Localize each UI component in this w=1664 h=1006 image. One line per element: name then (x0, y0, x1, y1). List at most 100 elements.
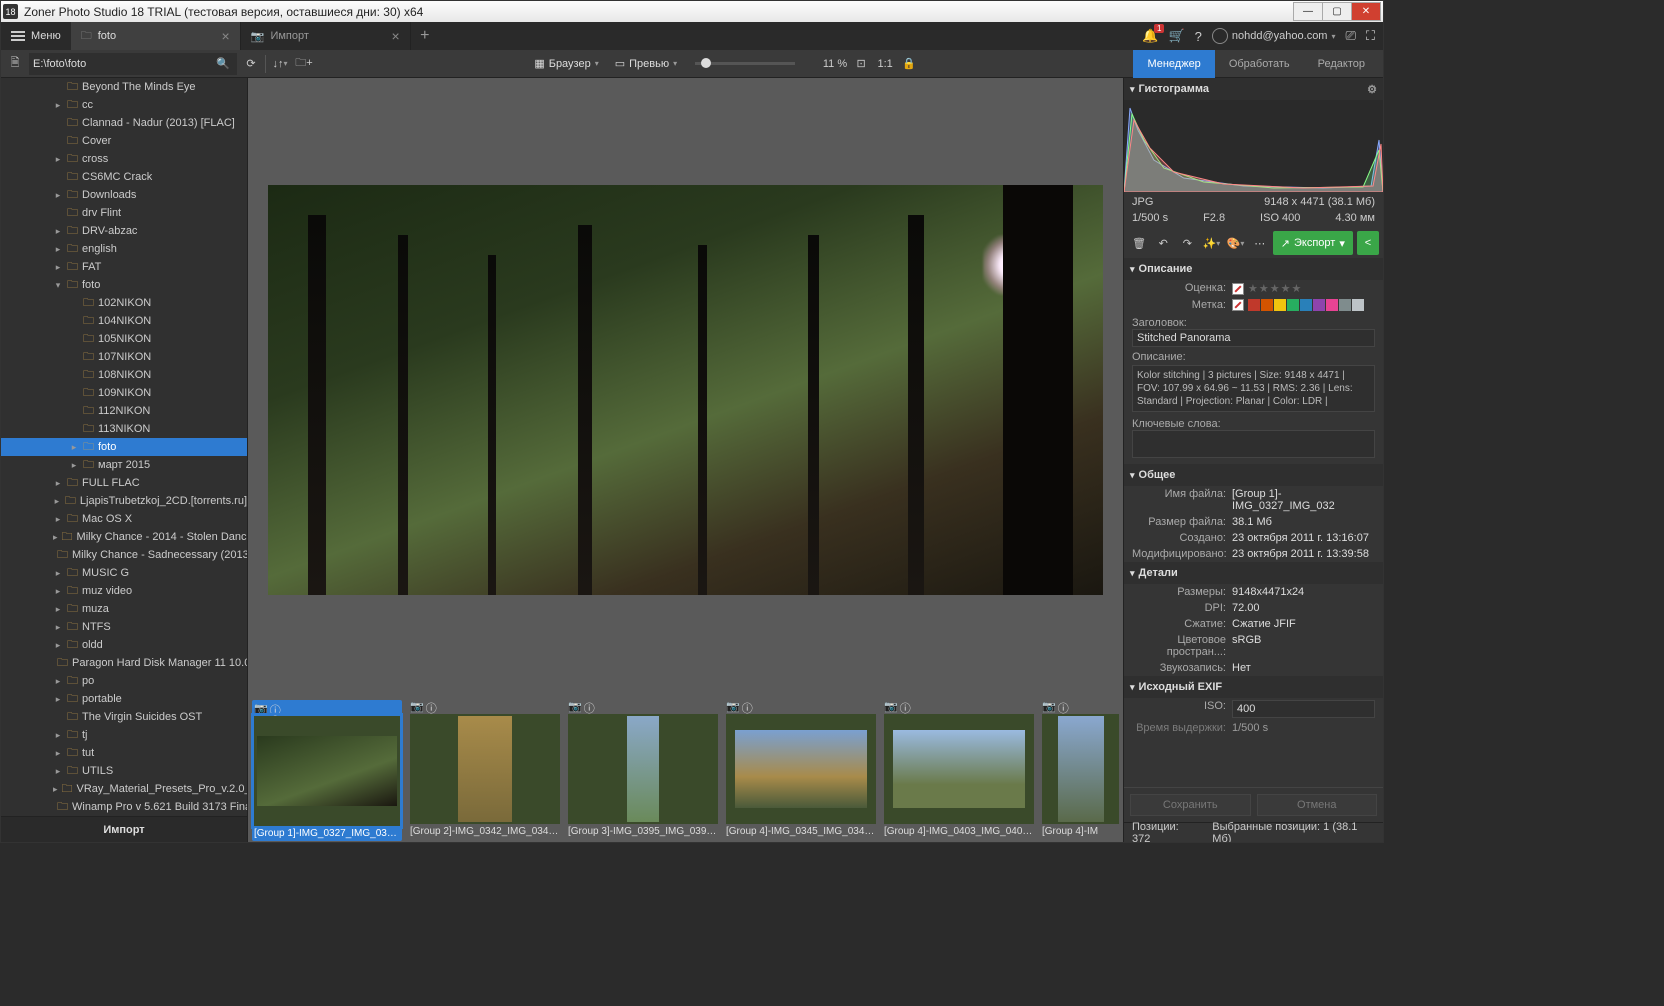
folder-item[interactable]: ▸🗀muz video (1, 582, 247, 600)
folder-item[interactable]: 🗀104NIKON (1, 312, 247, 330)
expand-icon[interactable]: ▾ (53, 280, 63, 291)
color-swatch[interactable] (1300, 299, 1312, 311)
expand-icon[interactable]: ▸ (53, 226, 63, 237)
expand-icon[interactable]: ▸ (53, 622, 63, 633)
label-clear-icon[interactable] (1232, 299, 1244, 311)
maximize-button[interactable]: ▢ (1322, 2, 1352, 21)
new-tab-button[interactable]: + (411, 22, 439, 50)
folder-item[interactable]: ▸🗀muza (1, 600, 247, 618)
folder-item[interactable]: ▸🗀po (1, 672, 247, 690)
mode-process[interactable]: Обработать (1215, 50, 1304, 78)
thumbnail[interactable]: 📷ⓘ [Group 4]-IMG_0403_IMG_0405-... (884, 700, 1034, 837)
thumbnail[interactable]: 📷ⓘ [Group 3]-IMG_0395_IMG_0396-... (568, 700, 718, 837)
delete-icon[interactable]: 🗑 (1128, 231, 1150, 255)
histogram-header[interactable]: ▾Гистограмма ⚙ (1124, 78, 1383, 100)
folder-item[interactable]: ▸🗀foto (1, 438, 247, 456)
thumbnail[interactable]: 📷ⓘ [Group 2]-IMG_0342_IMG_0344-... (410, 700, 560, 837)
tab-close-icon[interactable]: × (392, 28, 400, 44)
folder-item[interactable]: 🗀Paragon Hard Disk Manager 11 10.0... (1, 654, 247, 672)
one-to-one-icon[interactable]: 1:1 (875, 54, 895, 74)
tab-foto[interactable]: 🗀foto× (71, 22, 241, 50)
folder-item[interactable]: ▸🗀DRV-abzac (1, 222, 247, 240)
expand-icon[interactable]: ▸ (53, 766, 63, 777)
folder-item[interactable]: 🗀102NIKON (1, 294, 247, 312)
folder-item[interactable]: ▸🗀Milky Chance - 2014 - Stolen Dance... (1, 528, 247, 546)
help-icon[interactable]: ? (1195, 29, 1202, 44)
more-icon[interactable]: ⋯ (1249, 231, 1271, 255)
folder-item[interactable]: ▸🗀portable (1, 690, 247, 708)
expand-icon[interactable]: ▸ (69, 442, 79, 453)
expand-icon[interactable]: ▸ (53, 604, 63, 615)
folder-item[interactable]: 🗀Winamp Pro v 5.621 Build 3173 Final (1, 798, 247, 816)
folder-item[interactable]: 🗀CS6MC Crack (1, 168, 247, 186)
fit-icon[interactable]: ⊡ (851, 54, 871, 74)
sort-icon[interactable]: ↓↑ (270, 54, 290, 74)
user-account[interactable]: nohdd@yahoo.com ▾ (1212, 28, 1336, 44)
share-button[interactable]: < (1357, 231, 1379, 255)
import-button[interactable]: Импорт (1, 816, 247, 842)
expand-icon[interactable]: ▸ (53, 586, 63, 597)
thumbnail[interactable]: 📷ⓘ [Group 4]-IM (1042, 700, 1119, 837)
expand-icon[interactable]: ▸ (53, 748, 63, 759)
expand-icon[interactable]: ▸ (53, 514, 63, 525)
browser-view-button[interactable]: ▦ Браузер (528, 53, 604, 75)
folder-item[interactable]: ▸🗀MUSIC G (1, 564, 247, 582)
folder-item[interactable]: 🗀Milky Chance - Sadnecessary (2013) (1, 546, 247, 564)
description-header[interactable]: ▾Описание (1124, 258, 1383, 280)
description-input[interactable]: Kolor stitching | 3 pictures | Size: 914… (1132, 365, 1375, 412)
thumbnail[interactable]: 📷ⓘ [Group 4]-IMG_0345_IMG_0347-... (726, 700, 876, 837)
mode-manager[interactable]: Менеджер (1133, 50, 1214, 78)
expand-icon[interactable]: ▸ (53, 730, 63, 741)
folder-item[interactable]: 🗀108NIKON (1, 366, 247, 384)
general-header[interactable]: ▾Общее (1124, 464, 1383, 486)
save-button[interactable]: Сохранить (1130, 794, 1251, 816)
mode-editor[interactable]: Редактор (1304, 50, 1379, 78)
lock-icon[interactable]: 🔒 (899, 54, 919, 74)
folder-item[interactable]: ▾🗀foto (1, 276, 247, 294)
preview-pane[interactable] (248, 78, 1123, 694)
expand-icon[interactable]: ▸ (53, 694, 63, 705)
folder-item[interactable]: ▸🗀tut (1, 744, 247, 762)
palette-icon[interactable]: 🎨 (1225, 231, 1247, 255)
color-swatch[interactable] (1339, 299, 1351, 311)
folder-item[interactable]: 🗀drv Flint (1, 204, 247, 222)
color-swatch[interactable] (1248, 299, 1260, 311)
folder-item[interactable]: 🗀113NIKON (1, 420, 247, 438)
folder-item[interactable]: ▸🗀LjapisTrubetzkoj_2CD.[torrents.ru] (1, 492, 247, 510)
expand-icon[interactable]: ▸ (53, 154, 63, 165)
cancel-button[interactable]: Отмена (1257, 794, 1378, 816)
folder-item[interactable]: 🗀The Virgin Suicides OST (1, 708, 247, 726)
folder-item[interactable]: ▸🗀cross (1, 150, 247, 168)
expand-icon[interactable]: ▸ (53, 190, 63, 201)
expand-icon[interactable]: ▸ (53, 532, 58, 543)
details-header[interactable]: ▾Детали (1124, 562, 1383, 584)
rotate-left-icon[interactable]: ↶ (1152, 231, 1174, 255)
folder-item[interactable]: ▸🗀март 2015 (1, 456, 247, 474)
folder-item[interactable]: ▸🗀cc (1, 96, 247, 114)
expand-icon[interactable]: ▸ (53, 496, 61, 507)
preview-view-button[interactable]: ▭ Превью (609, 53, 683, 75)
folder-item[interactable]: ▸🗀VRay_Material_Presets_Pro_v.2.0_for... (1, 780, 247, 798)
nav-home-icon[interactable]: 🗎 (5, 54, 25, 74)
folder-item[interactable]: 🗀109NIKON (1, 384, 247, 402)
color-swatch[interactable] (1326, 299, 1338, 311)
export-button[interactable]: ↗ Экспорт ▾ (1273, 231, 1353, 255)
rating-clear-icon[interactable] (1232, 283, 1244, 295)
expand-icon[interactable]: ▸ (53, 640, 63, 651)
expand-icon[interactable]: ▸ (53, 478, 63, 489)
expand-icon[interactable]: ▸ (53, 568, 63, 579)
exif-iso-input[interactable] (1232, 700, 1375, 718)
expand-icon[interactable]: ▸ (53, 262, 63, 273)
minimize-button[interactable]: — (1293, 2, 1323, 21)
color-swatch[interactable] (1352, 299, 1364, 311)
folder-item[interactable]: ▸🗀FAT (1, 258, 247, 276)
expand-icon[interactable]: ▸ (53, 784, 58, 795)
folder-item[interactable]: ▸🗀oldd (1, 636, 247, 654)
folder-tree[interactable]: 🗀Beyond The Minds Eye▸🗀cc🗀Clannad - Nadu… (1, 78, 247, 816)
new-folder-icon[interactable]: 🗀+ (294, 54, 314, 74)
rating-control[interactable]: ★★★★★ (1232, 282, 1375, 295)
cart-icon[interactable]: 🛒 (1168, 28, 1184, 44)
expand-icon[interactable]: ▸ (53, 676, 63, 687)
expand-icon[interactable]: ▸ (53, 244, 63, 255)
color-swatch[interactable] (1313, 299, 1325, 311)
